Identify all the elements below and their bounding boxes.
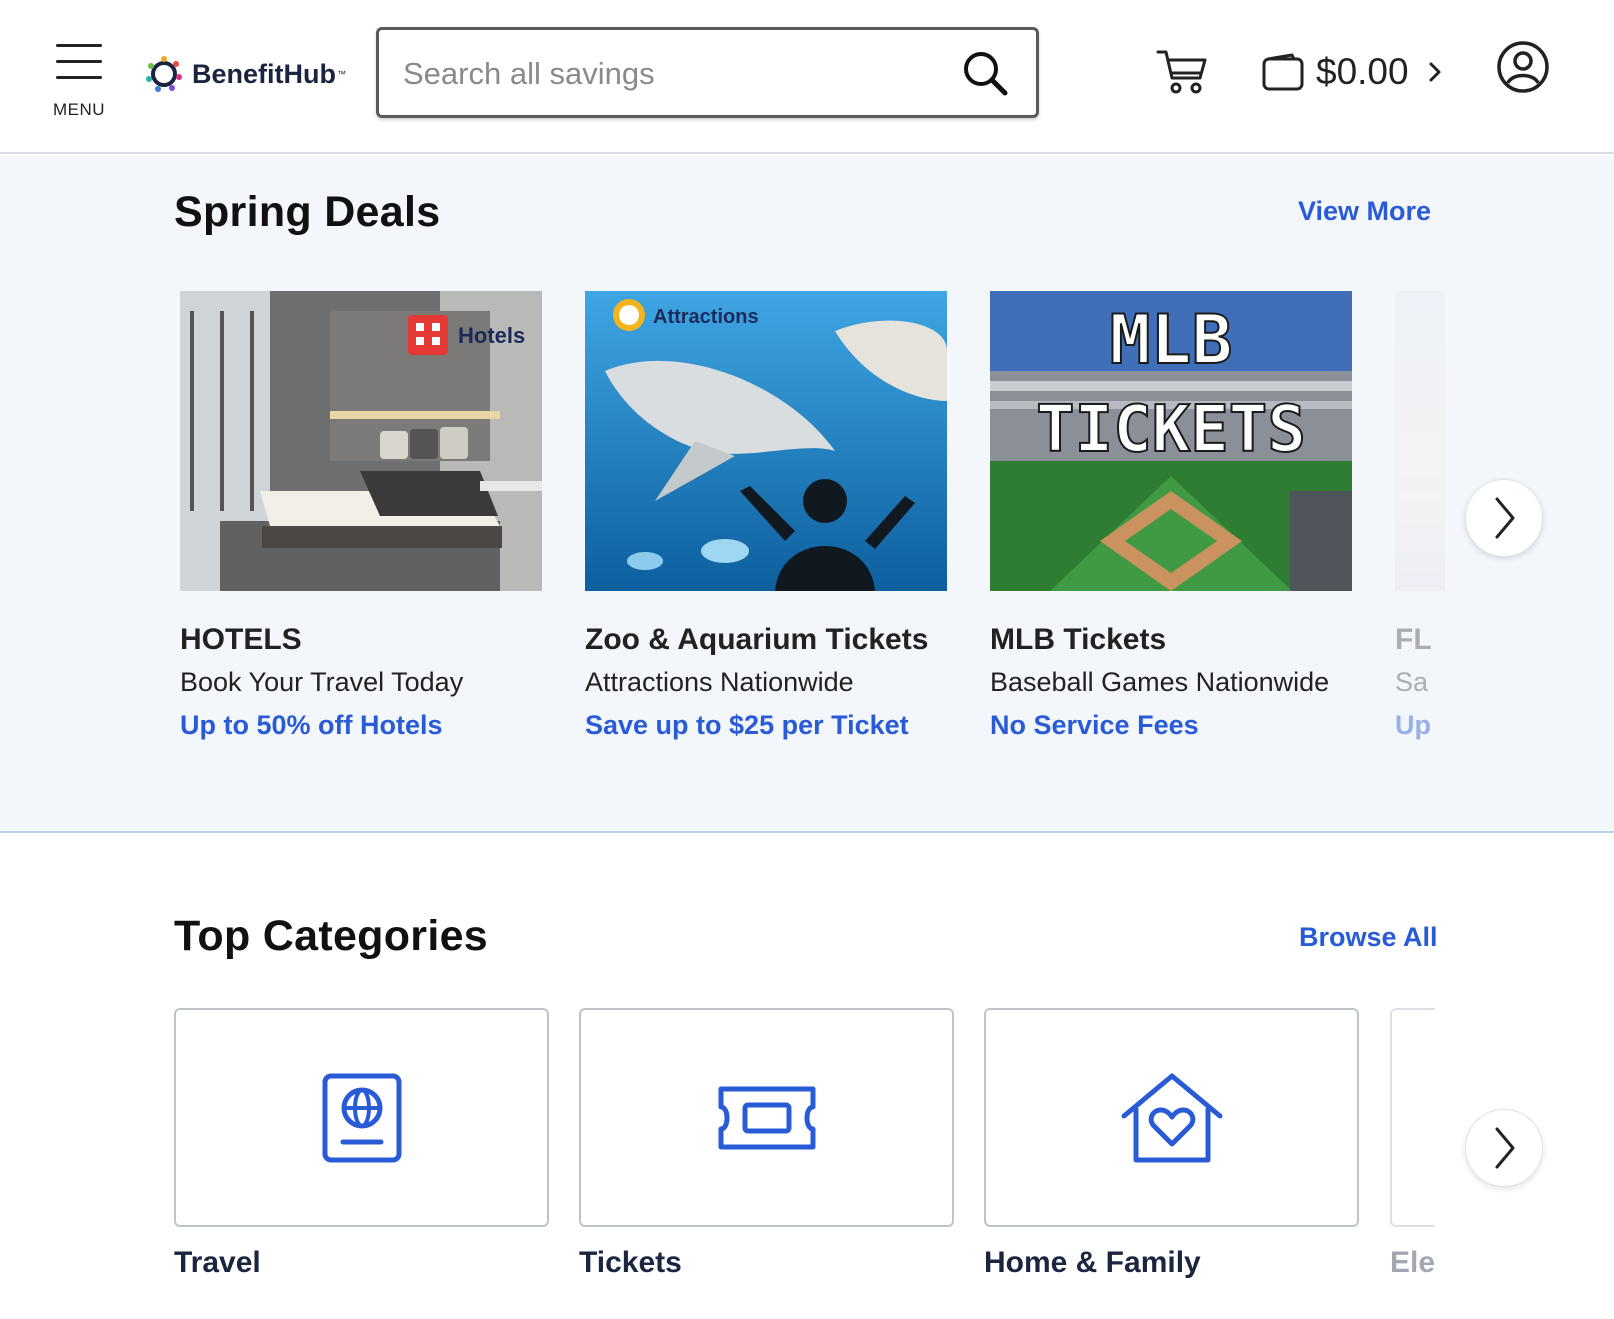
category-card-tickets[interactable] — [579, 1008, 954, 1227]
deal-image-title-line1: MLB — [1110, 301, 1233, 380]
deal-subtitle: Book Your Travel Today — [180, 667, 464, 697]
deal-subtitle: Sa — [1395, 667, 1429, 697]
deal-image-aquarium: Attractions — [585, 291, 947, 591]
search-icon[interactable] — [960, 48, 1010, 98]
deal-image-mlb: MLB TICKETS — [990, 291, 1352, 591]
spring-deals-section: Spring Deals View More Hotels HOTELS Boo… — [0, 156, 1614, 833]
deal-image-badge: Hotels — [458, 323, 525, 348]
deal-image-hotels: Hotels — [180, 291, 542, 591]
wallet-icon — [1262, 53, 1304, 91]
deal-image-badge: Attractions — [653, 306, 759, 328]
menu-button[interactable]: MENU — [50, 42, 110, 122]
chevron-right-icon — [1495, 497, 1515, 539]
deal-name: Zoo & Aquarium Tickets — [585, 623, 929, 656]
deal-subtitle: Attractions Nationwide — [585, 667, 854, 697]
categories-next-button[interactable] — [1465, 1109, 1543, 1187]
logo-ring-icon — [146, 56, 182, 92]
section-title-top-categories: Top Categories — [174, 912, 488, 960]
wallet-balance-button[interactable]: $0.00 — [1262, 48, 1445, 96]
category-card-travel[interactable] — [174, 1008, 549, 1227]
view-more-link[interactable]: View More — [1298, 196, 1431, 227]
menu-label: MENU — [52, 100, 106, 119]
deal-offer: Up to 50% off Hotels — [180, 710, 443, 740]
deals-next-button[interactable] — [1465, 479, 1543, 557]
deal-card-mlb-tickets[interactable]: MLB TICKETS MLB Tickets Baseball Games N… — [990, 291, 1352, 741]
benefithub-logo[interactable]: BenefitHub ™ — [144, 50, 346, 98]
top-header: MENU BenefitHub™ $0.00 — [0, 0, 1614, 154]
deal-subtitle: Baseball Games Nationwide — [990, 667, 1330, 697]
deal-image-partial — [1395, 291, 1445, 591]
passport-globe-icon — [322, 1073, 401, 1162]
category-card-home-family[interactable] — [984, 1008, 1359, 1227]
deal-card-zoo-aquarium[interactable]: Attractions Zoo & Aquarium Tickets Attra… — [585, 291, 947, 741]
ticket-icon — [718, 1086, 815, 1149]
section-title-spring-deals: Spring Deals — [174, 188, 441, 236]
deal-name: HOTELS — [180, 623, 302, 656]
cart-icon[interactable] — [1156, 46, 1208, 96]
deal-card-hotels[interactable]: Hotels HOTELS Book Your Travel Today Up … — [180, 291, 542, 741]
logo-trademark: ™ — [337, 69, 346, 79]
deal-name: FL — [1395, 623, 1432, 656]
deal-name: MLB Tickets — [990, 623, 1167, 656]
deal-offer: Up — [1395, 710, 1431, 740]
deal-offer: Save up to $25 per Ticket — [585, 710, 909, 740]
deal-image-title-line2: TICKETS — [1036, 393, 1306, 467]
category-label: Travel — [174, 1246, 261, 1279]
wallet-amount: $0.00 — [1316, 51, 1409, 92]
category-label: Ele — [1390, 1246, 1435, 1279]
chevron-right-icon — [1429, 62, 1441, 82]
browse-all-link[interactable]: Browse All — [1299, 922, 1438, 953]
deal-offer: No Service Fees — [990, 710, 1199, 740]
user-account-icon[interactable] — [1496, 40, 1550, 94]
deal-card-partial[interactable]: FL Sa Up — [1395, 291, 1445, 751]
search-input[interactable] — [403, 52, 923, 96]
logo-text: BenefitHub — [192, 58, 336, 89]
chevron-right-icon — [1495, 1127, 1515, 1169]
category-label: Home & Family — [984, 1246, 1201, 1279]
search-box — [376, 27, 1039, 118]
category-card-partial[interactable] — [1390, 1008, 1435, 1227]
house-heart-icon — [1121, 1073, 1222, 1162]
hamburger-icon — [56, 44, 102, 80]
category-label: Tickets — [579, 1246, 682, 1279]
